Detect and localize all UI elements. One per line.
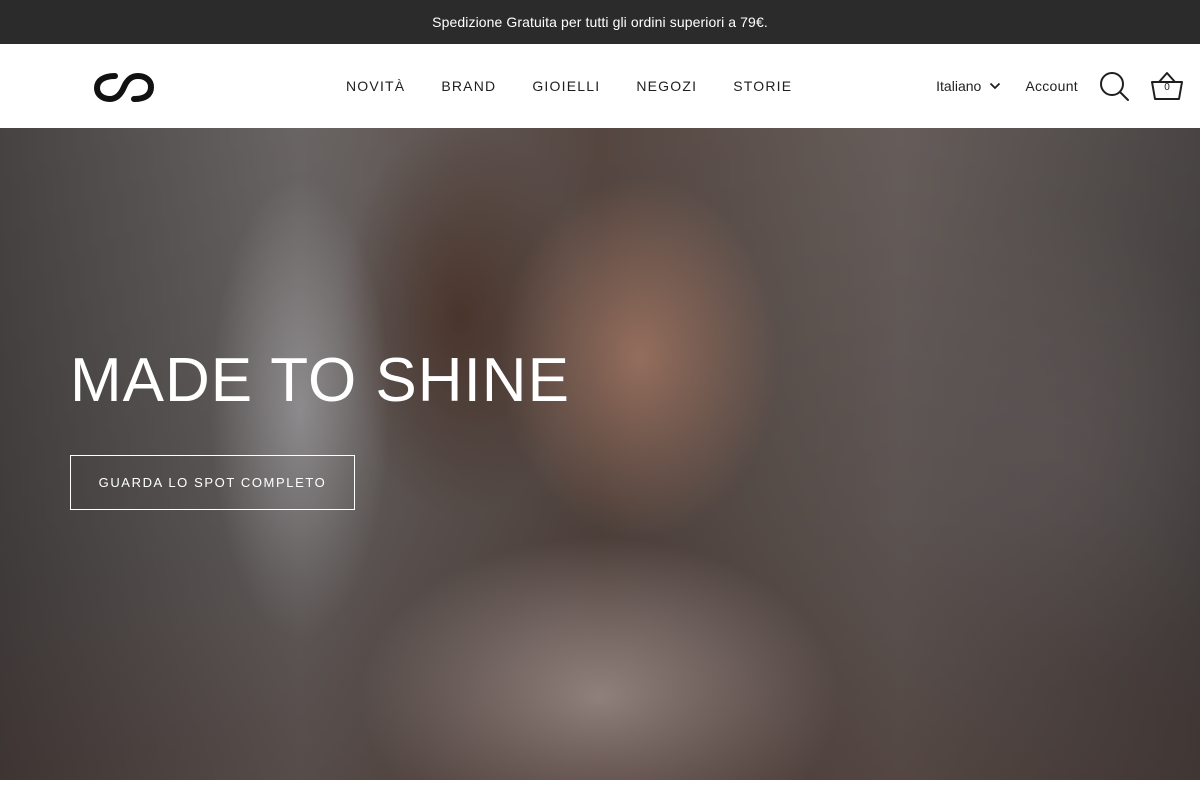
account-link[interactable]: Account: [1025, 78, 1078, 94]
page-content-start: [0, 780, 1200, 800]
logo-icon[interactable]: [93, 68, 155, 104]
language-selector[interactable]: Italiano: [936, 78, 1001, 94]
cart-button[interactable]: 0: [1150, 70, 1184, 102]
hero-image: [0, 128, 1200, 780]
nav-item-gioielli[interactable]: GIOIELLI: [514, 78, 618, 94]
watch-spot-button[interactable]: GUARDA LO SPOT COMPLETO: [70, 455, 355, 510]
nav-item-storie[interactable]: STORIE: [715, 78, 810, 94]
nav-item-brand[interactable]: BRAND: [423, 78, 514, 94]
announcement-text: Spedizione Gratuita per tutti gli ordini…: [432, 14, 768, 30]
hero-title: MADE TO SHINE: [70, 346, 570, 415]
chevron-down-icon: [990, 82, 1001, 90]
header-tools: Italiano Account 0: [936, 44, 1184, 128]
main-nav: NOVITÀ BRAND GIOIELLI NEGOZI STORIE: [328, 44, 810, 128]
nav-item-negozi[interactable]: NEGOZI: [618, 78, 715, 94]
search-icon[interactable]: [1098, 70, 1130, 102]
hero-banner: MADE TO SHINE GUARDA LO SPOT COMPLETO: [0, 128, 1200, 780]
announcement-bar: Spedizione Gratuita per tutti gli ordini…: [0, 0, 1200, 44]
language-label: Italiano: [936, 78, 982, 94]
cart-count-badge: 0: [1164, 82, 1170, 93]
nav-item-novita[interactable]: NOVITÀ: [328, 78, 423, 94]
site-header: NOVITÀ BRAND GIOIELLI NEGOZI STORIE Ital…: [0, 44, 1200, 128]
